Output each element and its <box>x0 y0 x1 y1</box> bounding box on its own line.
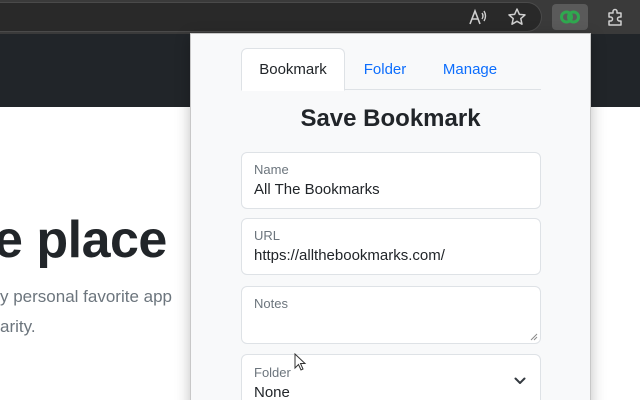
popup-title: Save Bookmark <box>300 105 481 132</box>
hero-subtitle-line-1: y personal favorite app <box>0 287 172 306</box>
notes-field-label: Notes <box>254 296 288 311</box>
notes-field[interactable]: Notes <box>241 286 541 344</box>
extensions-puzzle-icon[interactable] <box>602 5 628 29</box>
address-bar[interactable] <box>0 2 542 32</box>
resize-grip-icon[interactable] <box>530 333 538 341</box>
tab-manage[interactable]: Manage <box>427 48 513 90</box>
chevron-down-icon <box>514 377 526 384</box>
url-field-label: URL <box>254 228 281 243</box>
favorites-star-icon[interactable] <box>504 5 530 29</box>
hero-title: e place <box>0 211 167 269</box>
name-field-label: Name <box>254 162 289 177</box>
url-field[interactable]: URL https://allthebookmarks.com/ <box>241 218 541 275</box>
name-input[interactable]: All The Bookmarks <box>254 181 524 198</box>
folder-select-label: Folder <box>254 365 291 380</box>
folder-select[interactable]: Folder None <box>241 354 541 400</box>
popup-tabs: Bookmark Folder Manage <box>241 48 541 91</box>
hero-subtitle-line-2: arity. <box>0 317 36 336</box>
url-input[interactable]: https://allthebookmarks.com/ <box>254 247 524 264</box>
mouse-cursor-icon <box>294 353 307 371</box>
bookmark-popup: Bookmark Folder Manage Save Bookmark Nam… <box>190 33 591 400</box>
read-aloud-icon[interactable] <box>465 5 491 29</box>
name-field[interactable]: Name All The Bookmarks <box>241 152 541 209</box>
extension-button-active[interactable] <box>552 4 588 30</box>
tab-folder[interactable]: Folder <box>349 48 421 90</box>
tab-bookmark[interactable]: Bookmark <box>241 48 345 91</box>
browser-toolbar <box>0 0 640 34</box>
extension-active-icon <box>560 9 580 29</box>
folder-select-value: None <box>254 384 290 400</box>
